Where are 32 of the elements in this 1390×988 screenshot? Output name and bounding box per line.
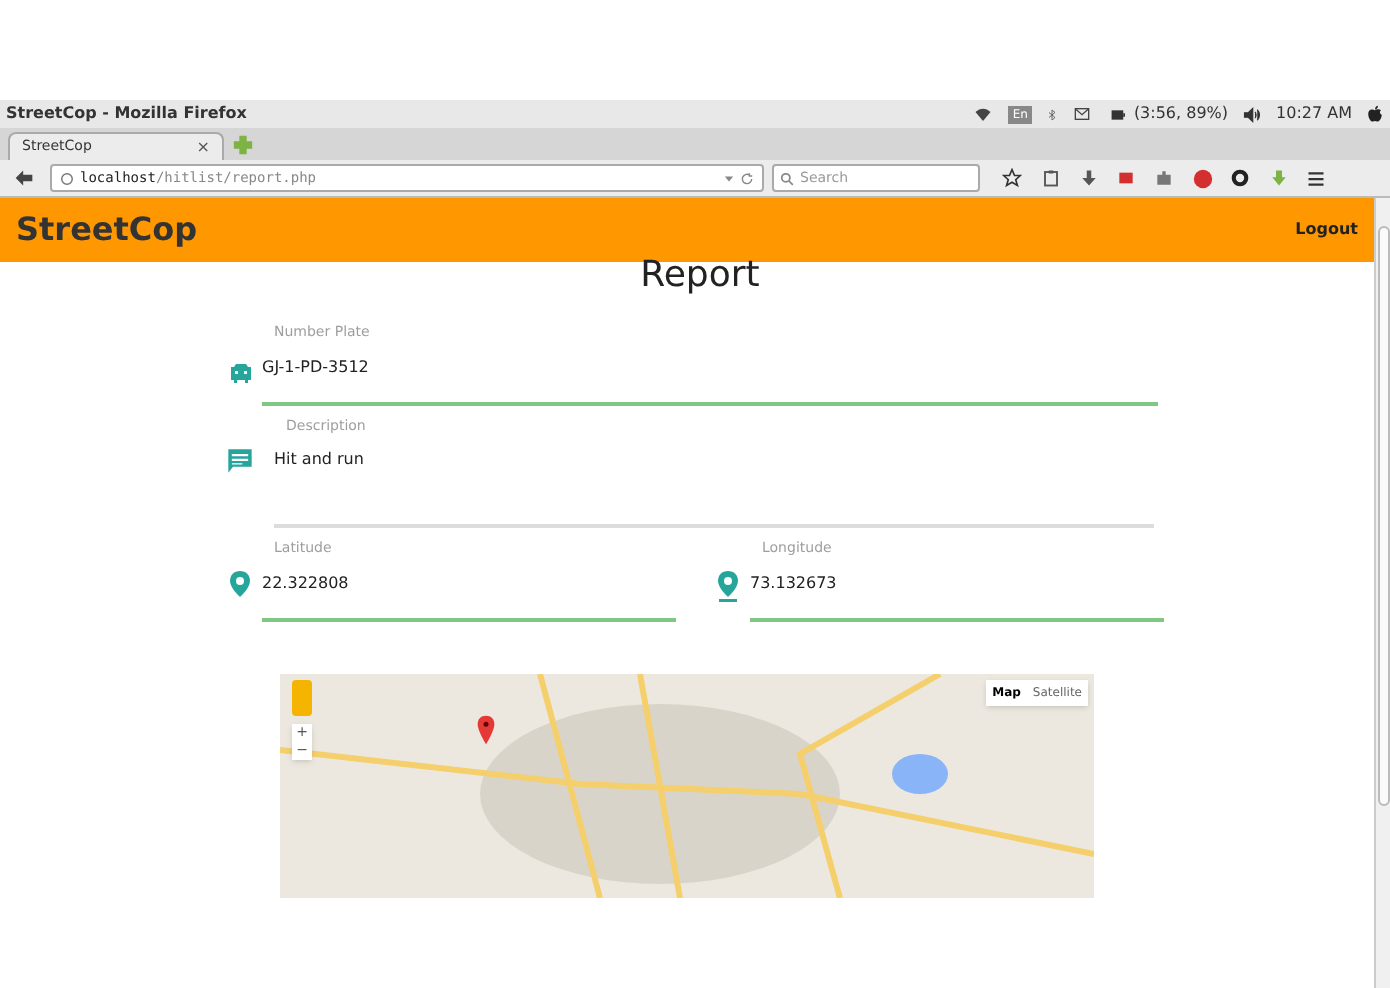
close-tab-button[interactable]: × xyxy=(196,139,210,155)
brand-logo[interactable]: StreetCop xyxy=(16,206,198,254)
mail-icon xyxy=(1071,106,1092,122)
globe-icon xyxy=(60,171,74,185)
text-field[interactable]: Hit and run xyxy=(274,436,1154,528)
menu-icon xyxy=(1306,169,1326,187)
back-arrow-icon xyxy=(14,168,34,188)
download-arrow-icon xyxy=(1079,168,1097,188)
text-field[interactable]: 73.132673 xyxy=(750,559,1164,621)
window-title: StreetCop - Mozilla Firefox xyxy=(6,102,249,126)
battery-status: (3:56, 89%) xyxy=(1133,102,1229,126)
down-arrow-icon xyxy=(1269,168,1287,188)
text-field[interactable]: GJ-1-PD-3512 xyxy=(262,343,1158,405)
wifi-icon xyxy=(972,105,995,123)
plus-icon xyxy=(232,134,254,156)
bluetooth-icon xyxy=(1045,105,1058,123)
map-marker-icon xyxy=(476,713,496,745)
volume-icon xyxy=(1242,105,1263,123)
logout-link[interactable]: Logout xyxy=(1295,218,1358,242)
reload-icon xyxy=(740,171,754,185)
apple-icon xyxy=(1366,104,1384,124)
location-pin-icon xyxy=(716,569,740,601)
page-title: Report xyxy=(640,258,760,294)
star-icon xyxy=(1002,168,1022,188)
text-field[interactable]: 22.322808 xyxy=(262,559,676,621)
location-pin-icon xyxy=(228,569,252,601)
search-icon xyxy=(780,171,794,185)
clock: 10:27 AM xyxy=(1276,102,1352,126)
clipboard-icon xyxy=(1041,168,1059,188)
caret-icon xyxy=(724,173,734,183)
car-icon xyxy=(227,361,253,385)
chat-icon xyxy=(226,446,254,476)
